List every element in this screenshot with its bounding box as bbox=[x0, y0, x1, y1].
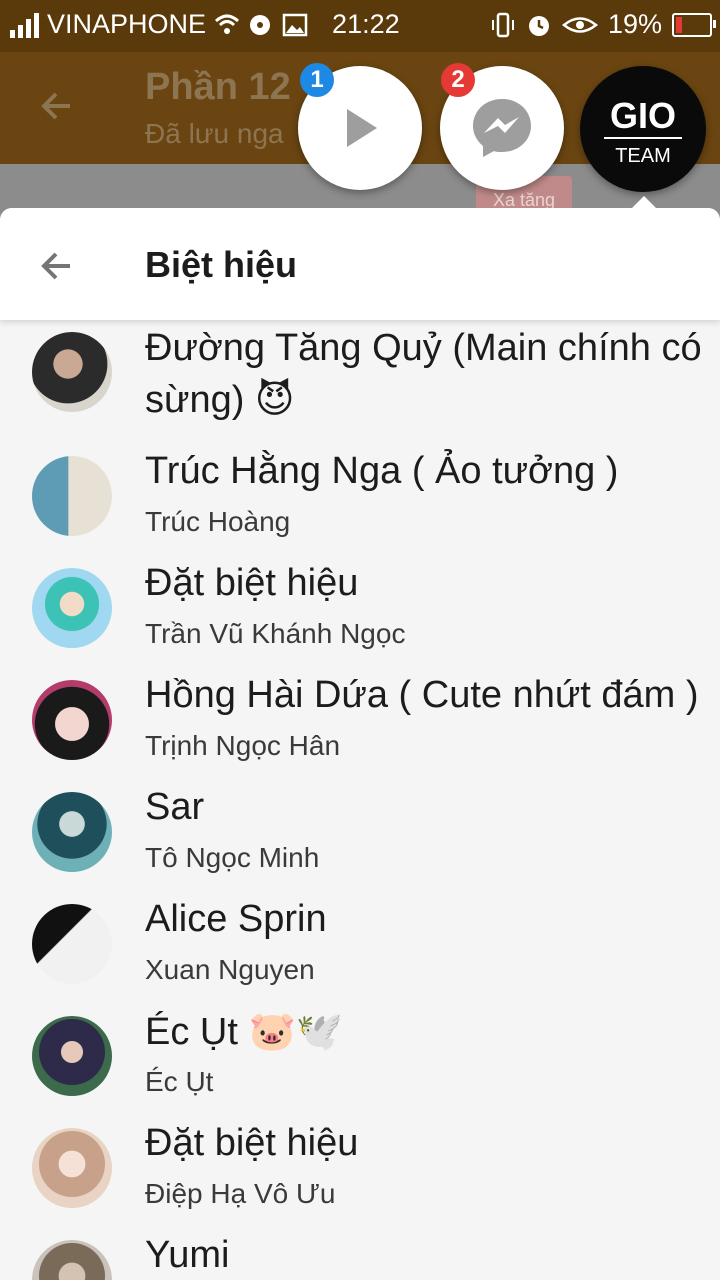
member-list: Đường Tăng Quỷ (Main chính có sừng) 😈 Tr… bbox=[0, 320, 720, 1280]
image-icon bbox=[282, 13, 308, 36]
battery-icon bbox=[672, 12, 716, 37]
carrier-label: VINAPHONE bbox=[47, 9, 207, 39]
gio-team-logo: GIO TEAM bbox=[604, 95, 682, 167]
member-real-name: Tô Ngọc Minh bbox=[145, 842, 320, 873]
member-nickname: Alice Sprin bbox=[145, 898, 327, 940]
notification-badge: 2 bbox=[441, 63, 475, 97]
member-nickname: Éc Ụt 🐷🕊️ bbox=[145, 1011, 344, 1053]
list-item[interactable]: Alice Sprin Xuan Nguyen bbox=[0, 892, 720, 1004]
member-real-name: Xuan Nguyen bbox=[145, 954, 315, 985]
list-item[interactable]: Sar Tô Ngọc Minh bbox=[0, 780, 720, 892]
member-nickname: Sar bbox=[145, 786, 205, 828]
avatar bbox=[32, 792, 112, 872]
svg-text:TEAM: TEAM bbox=[615, 145, 671, 167]
play-icon bbox=[347, 109, 377, 147]
avatar bbox=[32, 1240, 112, 1280]
list-item[interactable]: Đặt biệt hiệu Trần Vũ Khánh Ngọc bbox=[0, 556, 720, 668]
avatar bbox=[32, 904, 112, 984]
avatar bbox=[32, 1128, 112, 1208]
wifi-icon bbox=[215, 14, 240, 34]
member-real-name: Éc Ụt bbox=[145, 1066, 214, 1097]
member-real-name: Trần Vũ Khánh Ngọc bbox=[145, 618, 406, 649]
list-item[interactable]: Đặt biệt hiệu Điệp Hạ Vô Ưu bbox=[0, 1116, 720, 1228]
list-item[interactable]: Éc Ụt 🐷🕊️ Éc Ụt bbox=[0, 1004, 720, 1116]
svg-text:GIO: GIO bbox=[610, 95, 676, 136]
background-app-title: Phần 12 bbox=[145, 66, 291, 108]
avatar bbox=[32, 456, 112, 536]
member-real-name: Trịnh Ngọc Hân bbox=[145, 730, 341, 761]
avatar bbox=[32, 332, 112, 412]
gio-team-chat-head[interactable]: GIO TEAM bbox=[580, 66, 706, 192]
member-nickname: Đường Tăng Quỷ (Main chính có sừng) 😈 bbox=[145, 327, 702, 421]
member-nickname: Yumi bbox=[145, 1234, 230, 1276]
clock: 21:22 bbox=[332, 9, 400, 39]
list-item[interactable]: Trúc Hằng Nga ( Ảo tưởng ) Trúc Hoàng bbox=[0, 444, 720, 556]
member-real-name: Trúc Hoàng bbox=[145, 506, 291, 537]
member-nickname: Hồng Hài Dứa ( Cute nhứt đám ) bbox=[145, 674, 699, 716]
eye-icon bbox=[561, 16, 598, 33]
media-icon bbox=[250, 14, 271, 35]
list-item[interactable]: Đường Tăng Quỷ (Main chính có sừng) 😈 bbox=[0, 320, 720, 444]
messenger-icon bbox=[473, 99, 531, 157]
panel-title: Biệt hiệu bbox=[145, 244, 298, 285]
member-real-name: Điệp Hạ Vô Ưu bbox=[145, 1178, 336, 1209]
back-arrow-icon[interactable] bbox=[36, 246, 76, 286]
list-item[interactable]: Hồng Hài Dứa ( Cute nhứt đám ) Trịnh Ngọ… bbox=[0, 668, 720, 780]
member-nickname: Đặt biệt hiệu bbox=[145, 562, 359, 604]
notification-badge: 1 bbox=[300, 63, 334, 97]
member-nickname: Đặt biệt hiệu bbox=[145, 1122, 359, 1164]
battery-percent: 19% bbox=[607, 9, 662, 39]
vibrate-icon bbox=[491, 12, 514, 37]
background-app-subtitle: Đã lưu nga bbox=[145, 118, 284, 149]
arrow-left-icon bbox=[41, 92, 70, 120]
avatar bbox=[32, 680, 112, 760]
alarm-icon bbox=[528, 15, 549, 36]
signal-icon bbox=[10, 12, 39, 38]
avatar bbox=[32, 568, 112, 648]
avatar bbox=[32, 1016, 112, 1096]
panel-header: Biệt hiệu bbox=[0, 208, 720, 320]
status-bar: VINAPHONE 21:22 19% bbox=[0, 0, 720, 52]
member-nickname: Trúc Hằng Nga ( Ảo tưởng ) bbox=[145, 450, 619, 492]
nicknames-panel: Biệt hiệu Đường Tăng Quỷ (Main chính có … bbox=[0, 208, 720, 1280]
list-item[interactable]: Yumi bbox=[0, 1228, 720, 1280]
